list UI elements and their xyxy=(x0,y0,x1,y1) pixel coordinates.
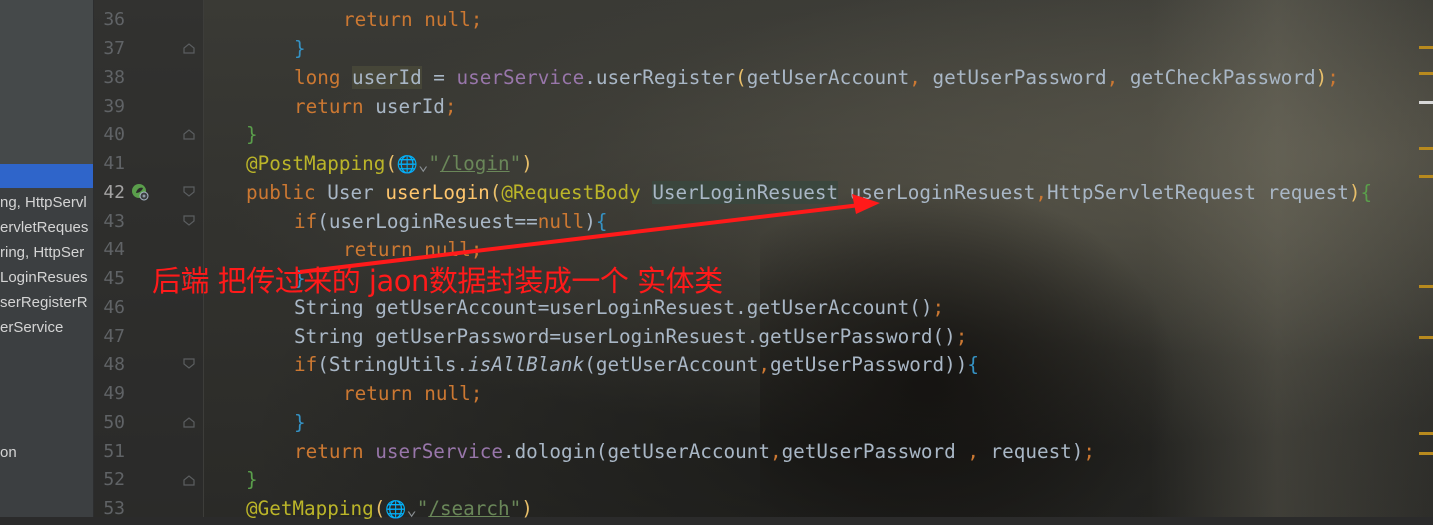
annotation-text: 后端 把传过来的 jaon数据封装成一个 实体类 xyxy=(152,264,723,298)
